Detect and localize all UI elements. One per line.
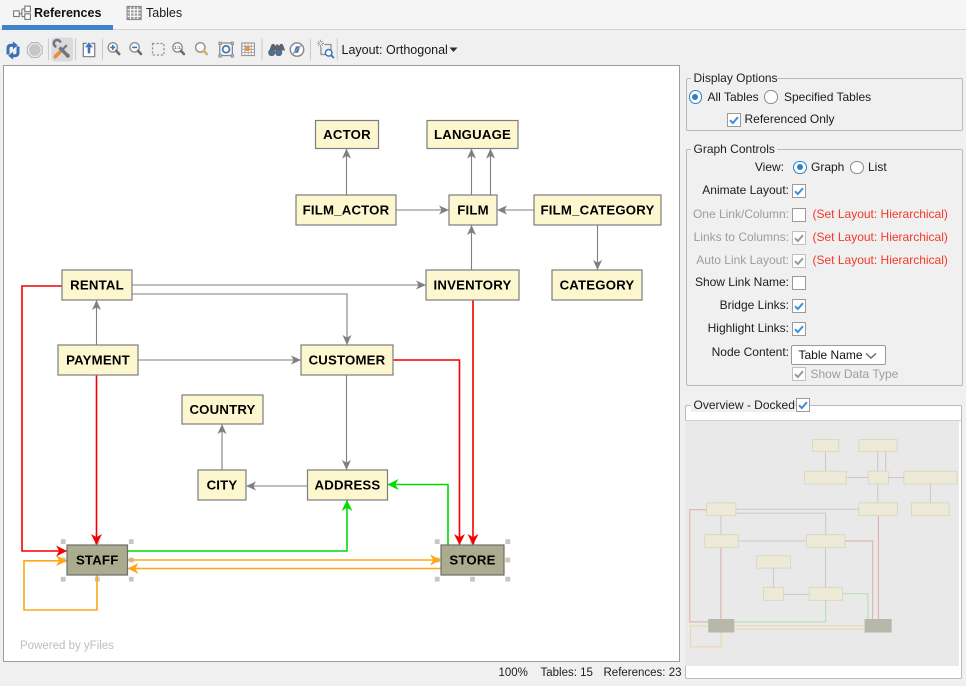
svg-text:CATEGORY: CATEGORY [560,278,635,293]
svg-text:ACTOR: ACTOR [323,127,371,142]
svg-text:STAFF: STAFF [76,553,119,568]
svg-text:STORE: STORE [449,553,495,568]
svg-text:FILM_CATEGORY: FILM_CATEGORY [541,203,655,218]
svg-text:FILM_ACTOR: FILM_ACTOR [303,203,390,218]
svg-text:CITY: CITY [207,478,238,493]
svg-text:PAYMENT: PAYMENT [66,353,130,368]
svg-text:LANGUAGE: LANGUAGE [434,127,511,142]
svg-text:INVENTORY: INVENTORY [433,278,511,293]
svg-text:ADDRESS: ADDRESS [315,478,381,493]
svg-text:COUNTRY: COUNTRY [189,402,255,417]
svg-text:FILM: FILM [457,203,489,218]
svg-text:RENTAL: RENTAL [70,278,124,293]
svg-text:CUSTOMER: CUSTOMER [309,353,386,368]
svg-text:1:1: 1:1 [174,45,181,50]
